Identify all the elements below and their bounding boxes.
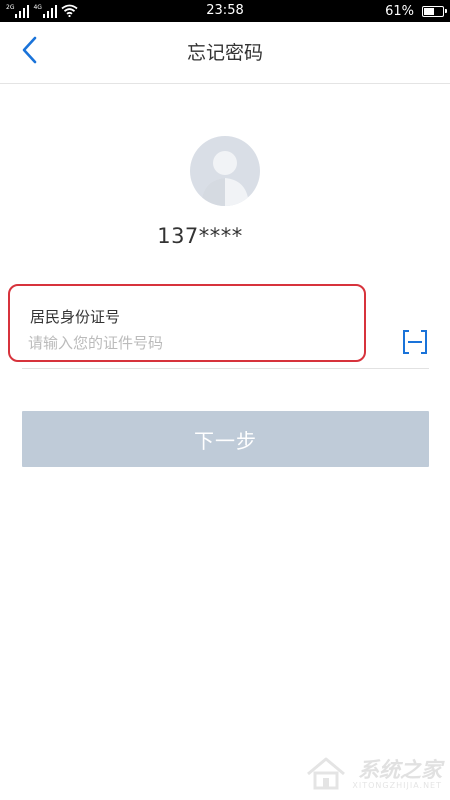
navigation-header: 忘记密码	[0, 22, 450, 84]
battery-icon	[422, 5, 447, 17]
network-type-label-sim1: 2G	[6, 4, 15, 11]
next-step-button[interactable]: 下一步	[22, 411, 429, 467]
watermark: 系统之家 XITONGZHIJIA.NET	[306, 756, 442, 794]
signal-icon-sim1	[15, 5, 30, 18]
watermark-title: 系统之家	[358, 758, 442, 782]
back-button[interactable]	[10, 32, 50, 72]
signal-icon-sim2	[42, 5, 57, 18]
signal-group-sim2: 4G	[33, 4, 57, 18]
network-type-label-sim2: 4G	[33, 4, 42, 11]
wifi-icon	[61, 2, 78, 21]
id-field-label: 居民身份证号	[30, 308, 121, 326]
status-bar-left: 2G 4G	[6, 2, 78, 21]
battery-percentage: 61%	[385, 3, 414, 19]
scan-id-button[interactable]	[401, 328, 429, 356]
id-number-field: 居民身份证号	[8, 284, 366, 362]
chevron-left-icon	[20, 36, 40, 68]
status-bar: 2G 4G 23:58 61%	[0, 0, 450, 22]
account-number: 137****	[157, 224, 243, 248]
house-logo-icon	[306, 756, 346, 794]
status-bar-right: 61%	[385, 0, 447, 22]
signal-group-sim1: 2G	[6, 4, 30, 18]
field-divider	[22, 368, 429, 369]
watermark-text: 系统之家 XITONGZHIJIA.NET	[352, 759, 442, 791]
watermark-url: XITONGZHIJIA.NET	[352, 781, 442, 790]
scan-icon	[403, 330, 427, 354]
default-user-avatar-icon	[190, 136, 260, 206]
user-avatar	[190, 136, 260, 206]
battery-level-fill	[424, 7, 435, 15]
id-number-input[interactable]	[28, 330, 348, 356]
page-title: 忘记密码	[186, 42, 263, 64]
